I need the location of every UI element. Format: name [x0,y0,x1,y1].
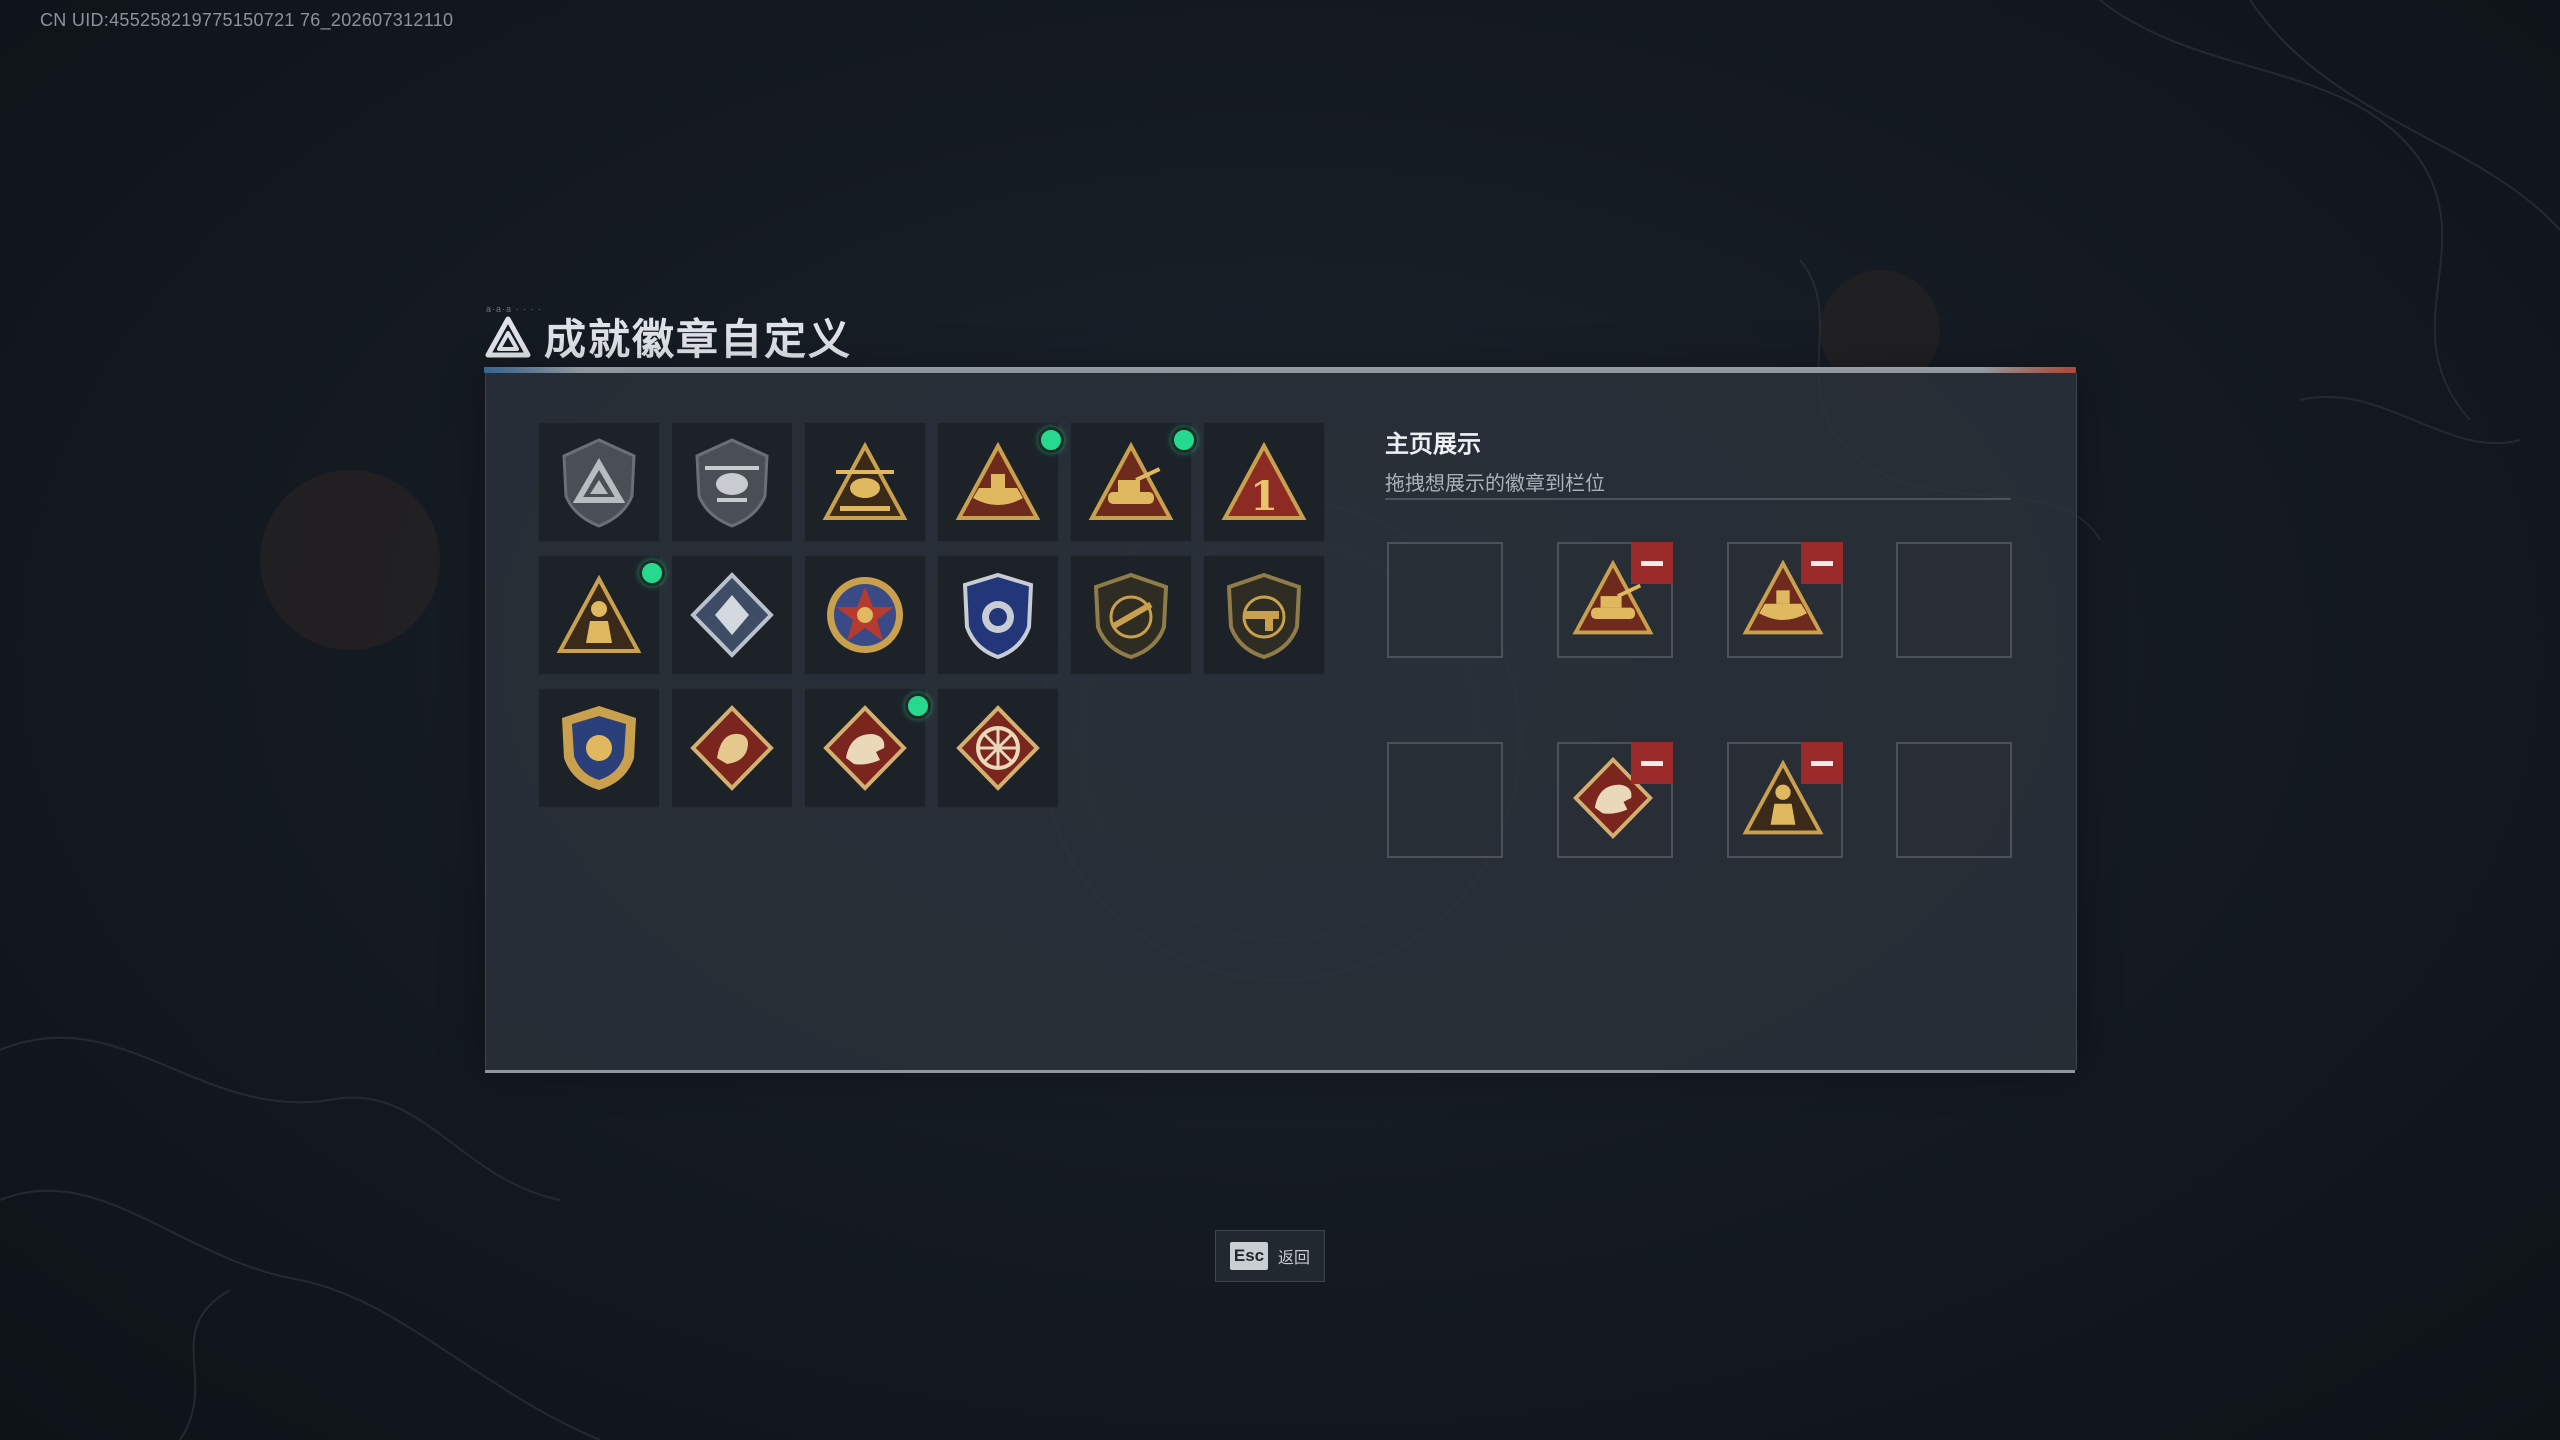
page-title: 成就徽章自定义 [544,316,853,363]
showcase-subtitle: 拖拽想展示的徽章到栏位 [1385,473,1605,495]
page-header: 成就徽章自定义 [484,306,852,367]
triangle-logo-icon [485,316,531,357]
badge-slot[interactable] [804,688,931,808]
badge-slot[interactable] [804,422,926,542]
back-label: 返回 [1278,1250,1311,1267]
badge-slot[interactable] [937,688,1059,808]
gold-boat-triangle-badge-icon [955,441,1041,520]
red-gold-star-medal-icon [827,577,903,653]
badge-slot[interactable] [538,422,660,542]
minus-icon [1641,560,1663,566]
badge-slot[interactable] [671,688,793,808]
showcase-slot[interactable] [1557,742,1673,858]
minus-icon [1811,560,1833,566]
blue-police-shield-badge-icon [962,572,1034,660]
showcase-slot-empty[interactable] [1896,742,2012,858]
showcase-slot-empty[interactable] [1387,742,1503,858]
showcase-slot[interactable] [1727,542,1843,658]
showcase-header: 主页展示 拖拽想展示的徽章到栏位 [1385,424,1605,496]
badge-slot[interactable] [1070,422,1197,542]
badge-slot[interactable] [937,422,1064,542]
showcase-slot[interactable] [1557,542,1673,658]
badge-slot[interactable] [1203,555,1325,675]
red-dragon-diamond-badge-icon [690,705,774,791]
badge-slot[interactable] [937,555,1059,675]
badge-slot[interactable] [671,555,793,675]
red-wheel-diamond-badge-icon [956,705,1040,791]
esc-keycap: Esc [1230,1242,1268,1270]
gray-helicopter-shield-badge-icon [695,438,769,528]
back-button[interactable]: Esc 返回 [1215,1230,1325,1282]
gold-blue-crest-badge-icon [562,706,636,790]
svg-text:1: 1 [1250,473,1278,520]
badge-slot[interactable]: 1 [1203,422,1325,542]
user-id-watermark: CN UID:455258219775150721 76_20260731211… [40,10,454,30]
badge-slot[interactable] [1070,555,1192,675]
badge-slot[interactable] [804,555,926,675]
red-dinosaur-diamond-badge-icon [823,705,907,791]
new-badge-indicator [1171,427,1197,453]
panel-bottom-border [485,1070,2075,1073]
gold-helicopter-triangle-badge-icon [822,441,908,520]
remove-badge-button[interactable] [1801,542,1843,584]
new-badge-indicator [1038,427,1064,453]
new-badge-indicator [905,693,931,719]
remove-badge-button[interactable] [1631,542,1673,584]
badge-slot[interactable] [671,422,793,542]
red-number-one-triangle-badge-icon: 1 [1221,441,1307,520]
gold-soldier-triangle-badge-icon [556,574,642,653]
gray-triangle-shield-badge-icon [562,438,636,528]
dark-pistol-shield-badge-icon [1226,572,1302,660]
new-badge-indicator [639,560,665,586]
showcase-divider [1385,498,2011,500]
minus-icon [1641,760,1663,766]
showcase-slot-empty[interactable] [1387,542,1503,658]
remove-badge-button[interactable] [1801,742,1843,784]
showcase-title: 主页展示 [1385,431,1481,458]
minus-icon [1811,760,1833,766]
silver-diamond-badge-icon [690,572,774,658]
showcase-slot-empty[interactable] [1896,542,2012,658]
dark-rifle-shield-badge-icon [1093,572,1169,660]
showcase-slot[interactable] [1727,742,1843,858]
badge-slot[interactable] [538,555,665,675]
remove-badge-button[interactable] [1631,742,1673,784]
badge-slot[interactable] [538,688,660,808]
gold-tank-triangle-badge-icon [1088,441,1174,520]
